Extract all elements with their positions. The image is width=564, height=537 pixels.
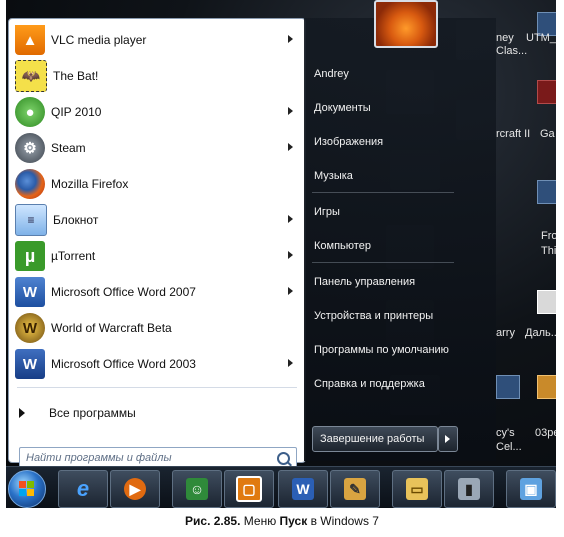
shutdown-options-button[interactable] — [438, 426, 458, 452]
desktop-shortcut-icon[interactable] — [537, 290, 556, 314]
utorrent-icon: µ — [15, 241, 45, 271]
desktop-label: Fro — [541, 230, 556, 242]
caption-number: Рис. 2.85. — [185, 514, 241, 528]
submenu-arrow-icon[interactable] — [288, 143, 293, 151]
program-vlc[interactable]: ▲ VLC media player — [13, 23, 301, 57]
taskbar-explorer[interactable]: ▭ — [392, 470, 442, 508]
submenu-arrow-icon[interactable] — [288, 107, 293, 115]
search-icon[interactable] — [277, 452, 290, 465]
screenshot: ney Clas... UTM_ rcraft II Ga Fro Thi ar… — [6, 0, 556, 508]
program-wow[interactable]: W World of Warcraft Beta — [13, 311, 301, 345]
desktop-label: arry — [496, 327, 515, 339]
place-default-programs[interactable]: Программы по умолчанию — [314, 344, 449, 356]
qip-icon: ● — [15, 97, 45, 127]
program-utorrent[interactable]: µ µTorrent — [13, 239, 301, 273]
shutdown-button[interactable]: Завершение работы — [312, 426, 438, 452]
taskbar-messenger[interactable]: ☺ — [172, 470, 222, 508]
arrow-right-icon — [19, 408, 25, 418]
caption-text: Меню — [240, 514, 280, 528]
program-firefox[interactable]: Mozilla Firefox — [13, 167, 301, 201]
paint-icon: ✎ — [344, 478, 366, 500]
place-computer[interactable]: Компьютер — [314, 240, 371, 252]
place-help-support[interactable]: Справка и поддержка — [314, 378, 425, 390]
caption-bold: Пуск — [279, 514, 308, 528]
screen-icon: ▣ — [520, 478, 542, 500]
messenger-icon: ☺ — [186, 478, 208, 500]
program-qip[interactable]: ● QIP 2010 — [13, 95, 301, 129]
program-the-bat[interactable]: 🦇 The Bat! — [13, 59, 301, 93]
program-word-2007[interactable]: W Microsoft Office Word 2007 — [13, 275, 301, 309]
wow-icon: W — [15, 313, 45, 343]
desktop-shortcut-icon[interactable] — [537, 375, 556, 399]
divider — [312, 192, 454, 193]
desktop-label: 03pe — [535, 427, 556, 439]
program-notepad[interactable]: ≡ Блокнот — [13, 203, 301, 237]
word-2003-icon: W — [15, 349, 45, 379]
explorer-icon: ▭ — [406, 478, 428, 500]
place-music[interactable]: Музыка — [314, 170, 353, 182]
user-avatar[interactable] — [374, 0, 438, 48]
taskbar-media-player[interactable]: ▶ — [110, 470, 160, 508]
taskbar: e ▶ ☺ ▢ W ✎ ▭ ▮ ▣ — [6, 466, 556, 508]
place-user[interactable]: Andrey — [314, 68, 349, 80]
ie-icon: e — [76, 476, 90, 501]
steam-icon: ⚙ — [15, 133, 45, 163]
desktop-shortcut-icon[interactable] — [496, 375, 520, 399]
desktop-label: Даль... — [525, 327, 556, 339]
desktop-label: Thi — [541, 245, 556, 257]
vmware-icon: ▢ — [236, 476, 262, 502]
program-word-2003[interactable]: W Microsoft Office Word 2003 — [13, 347, 301, 381]
word-icon: W — [292, 478, 314, 500]
desktop-label: Ga — [540, 128, 555, 140]
vlc-icon: ▲ — [15, 25, 45, 55]
firefox-icon — [15, 169, 45, 199]
start-menu: ▲ VLC media player 🦇 The Bat! ● QIP 2010… — [6, 0, 496, 471]
taskbar-vmware[interactable]: ▢ — [224, 470, 274, 508]
the-bat-icon: 🦇 — [15, 60, 47, 92]
figure-caption: Рис. 2.85. Меню Пуск в Windows 7 — [0, 514, 564, 528]
submenu-arrow-icon[interactable] — [288, 251, 293, 259]
taskbar-ie[interactable]: e — [58, 470, 108, 508]
desktop-label: cy's — [496, 427, 515, 439]
place-games[interactable]: Игры — [314, 206, 340, 218]
submenu-arrow-icon[interactable] — [288, 287, 293, 295]
submenu-arrow-icon[interactable] — [288, 359, 293, 367]
divider — [312, 262, 454, 263]
desktop-label: Cel... — [496, 441, 522, 453]
desktop-label: UTM_ — [526, 32, 556, 44]
taskbar-word[interactable]: W — [278, 470, 328, 508]
word-2007-icon: W — [15, 277, 45, 307]
programs-pane: ▲ VLC media player 🦇 The Bat! ● QIP 2010… — [8, 18, 306, 471]
notepad-icon: ≡ — [15, 204, 47, 236]
all-programs-button[interactable]: Все программы — [17, 403, 136, 423]
start-button[interactable] — [8, 470, 46, 508]
taskbar-paint[interactable]: ✎ — [330, 470, 380, 508]
divider — [17, 387, 297, 388]
program-steam[interactable]: ⚙ Steam — [13, 131, 301, 165]
place-pictures[interactable]: Изображения — [314, 136, 383, 148]
place-documents[interactable]: Документы — [314, 102, 371, 114]
caption-text: в Windows 7 — [307, 514, 379, 528]
place-devices-printers[interactable]: Устройства и принтеры — [314, 310, 433, 322]
desktop-label: Clas... — [496, 45, 528, 57]
desktop-shortcut-icon[interactable] — [537, 80, 556, 104]
computer-icon: ▮ — [458, 478, 480, 500]
media-player-icon: ▶ — [124, 478, 146, 500]
place-control-panel[interactable]: Панель управления — [314, 276, 415, 288]
taskbar-screen[interactable]: ▣ — [506, 470, 556, 508]
taskbar-computer[interactable]: ▮ — [444, 470, 494, 508]
submenu-arrow-icon[interactable] — [288, 35, 293, 43]
windows-logo-icon — [19, 481, 35, 497]
desktop-label: ney — [496, 32, 514, 44]
desktop-shortcut-icon[interactable] — [537, 180, 556, 204]
submenu-arrow-icon[interactable] — [288, 215, 293, 223]
desktop-label: rcraft II — [496, 128, 531, 140]
